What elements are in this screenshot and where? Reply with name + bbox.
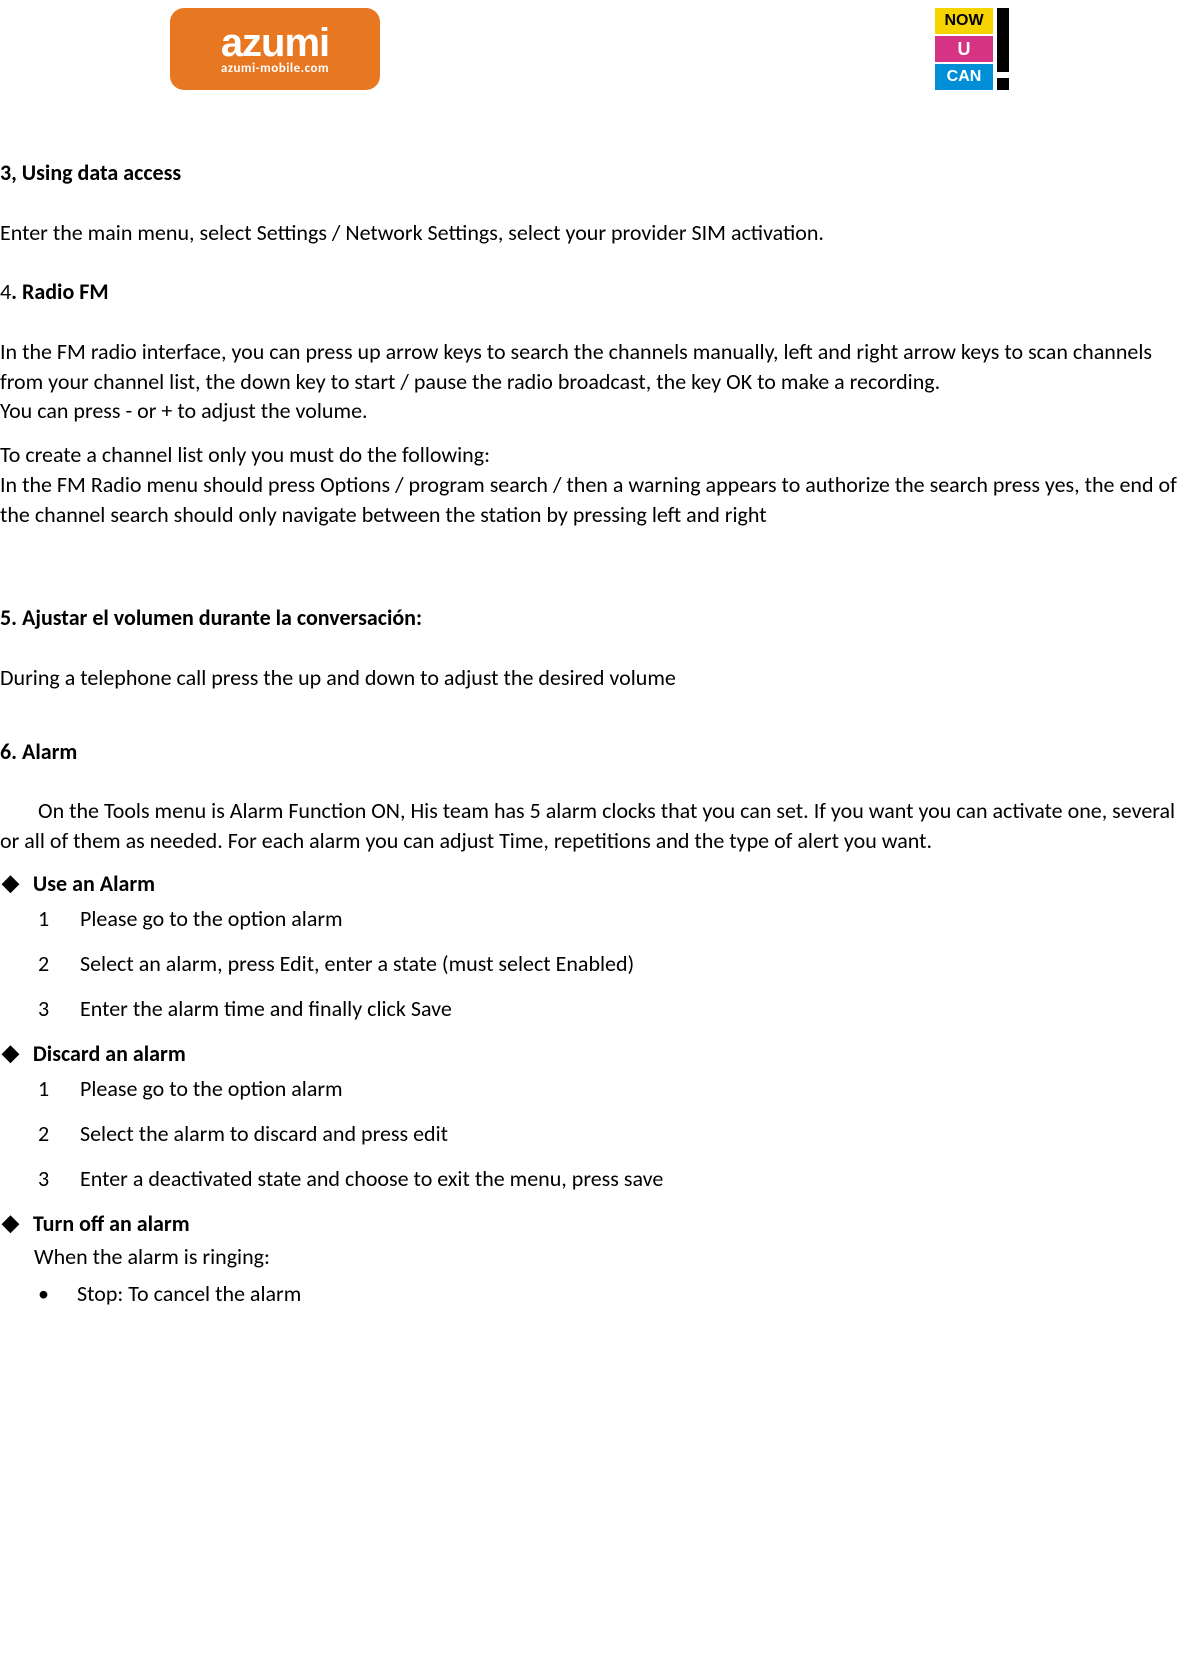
tagline-u: U	[935, 36, 993, 62]
section-3-heading: 3, Using data access	[0, 158, 1179, 188]
document-body: 3, Using data access Enter the main menu…	[0, 108, 1179, 1307]
list-item: • Stop: To cancel the alarm	[38, 1280, 1179, 1307]
use-alarm-title: Use an Alarm	[33, 870, 155, 897]
discard-alarm-title: Discard an alarm	[33, 1040, 186, 1067]
section-4-number: 4	[0, 278, 11, 305]
list-item: 1 Please go to the option alarm	[38, 905, 1179, 932]
section-4-heading: 4. Radio FM	[0, 277, 1179, 307]
list-item: 3 Enter the alarm time and finally click …	[38, 995, 1179, 1022]
list-number: 1	[38, 905, 52, 932]
list-number: 1	[38, 1075, 52, 1102]
list-number: 2	[38, 950, 52, 977]
logo-brand-text: azumi	[221, 23, 329, 63]
list-item: 3 Enter a deactivated state and choose to…	[38, 1165, 1179, 1192]
section-5-heading: 5. Ajustar el volumen durante la convers…	[0, 603, 1179, 633]
diamond-icon: ◆	[2, 1212, 19, 1234]
section-3-body: Enter the main menu, select Settings / N…	[0, 218, 1179, 248]
tagline-now: NOW	[935, 8, 993, 34]
section-6-intro: On the Tools menu is Alarm Function ON, …	[0, 796, 1179, 855]
list-item: 1 Please go to the option alarm	[38, 1075, 1179, 1102]
list-number: 2	[38, 1120, 52, 1147]
section-4-title: . Radio FM	[11, 278, 108, 305]
section-4-p2: You can press - or + to adjust the volum…	[0, 396, 1179, 426]
list-text: Please go to the option alarm	[80, 905, 343, 932]
turnoff-alarm-heading: ◆ Turn off an alarm	[2, 1210, 1179, 1237]
now-u-can-logo: NOW U CAN	[935, 8, 1009, 98]
section-4-p4: In the FM Radio menu should press Option…	[0, 470, 1179, 529]
page-header: azumi azumi-mobile.com NOW U CAN	[0, 0, 1179, 108]
list-text: Enter a deactivated state and choose to …	[80, 1165, 663, 1192]
list-text: Stop: To cancel the alarm	[77, 1280, 301, 1307]
list-item: 2 Select the alarm to discard and press e…	[38, 1120, 1179, 1147]
azumi-logo: azumi azumi-mobile.com	[170, 8, 380, 90]
list-number: 3	[38, 995, 52, 1022]
bullet-icon: •	[38, 1280, 49, 1307]
list-text: Please go to the option alarm	[80, 1075, 343, 1102]
diamond-icon: ◆	[2, 1042, 19, 1064]
section-5-body: During a telephone call press the up and…	[0, 663, 1179, 693]
section-4-p1: In the FM radio interface, you can press…	[0, 337, 1179, 396]
exclamation-icon	[997, 8, 1009, 90]
turnoff-alarm-title: Turn off an alarm	[33, 1210, 190, 1237]
diamond-icon: ◆	[2, 872, 19, 894]
list-text: Enter the alarm time and finally click S…	[80, 995, 452, 1022]
section-4-p3: To create a channel list only you must d…	[0, 440, 1179, 470]
tagline-can: CAN	[935, 64, 993, 90]
list-item: 2 Select an alarm, press Edit, enter a st…	[38, 950, 1179, 977]
discard-alarm-heading: ◆ Discard an alarm	[2, 1040, 1179, 1067]
list-number: 3	[38, 1165, 52, 1192]
list-text: Select an alarm, press Edit, enter a sta…	[80, 950, 634, 977]
section-6-heading: 6. Alarm	[0, 737, 1179, 767]
turnoff-sub: When the alarm is ringing:	[34, 1243, 1179, 1270]
logo-url-text: azumi-mobile.com	[221, 61, 329, 76]
use-alarm-heading: ◆ Use an Alarm	[2, 870, 1179, 897]
list-text: Select the alarm to discard and press ed…	[80, 1120, 448, 1147]
